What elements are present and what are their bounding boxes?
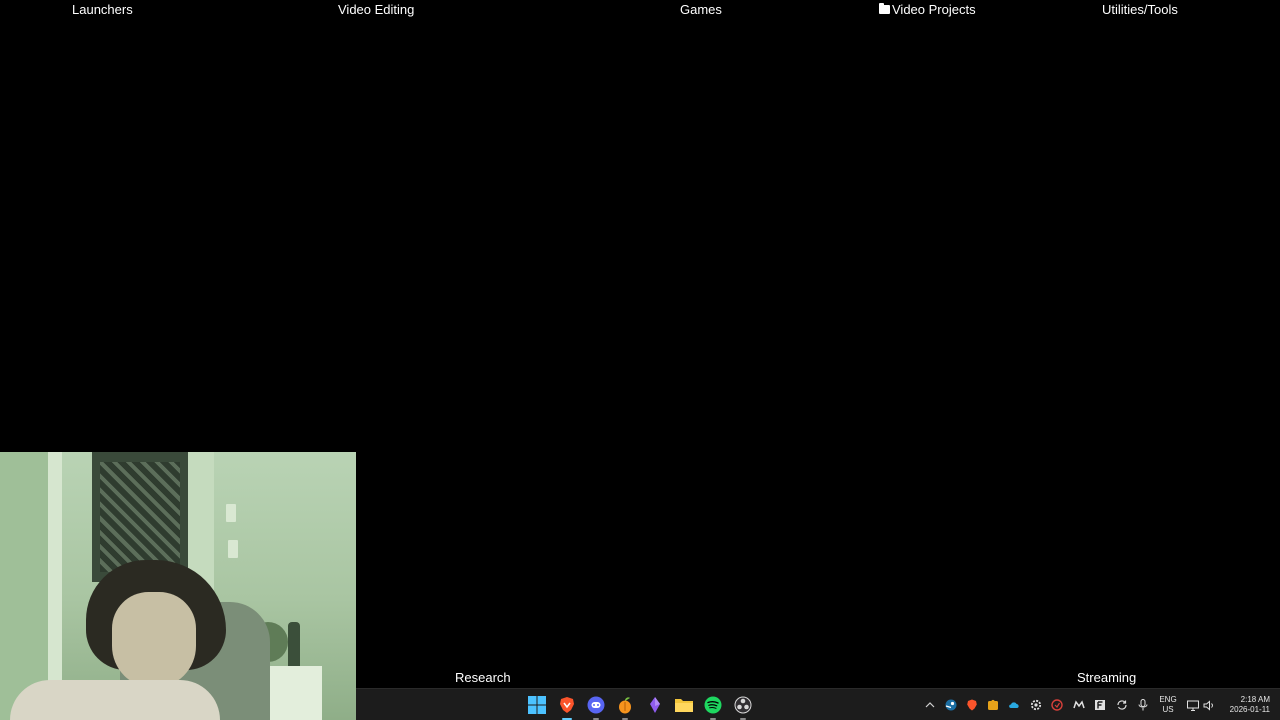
taskbar-app-brave[interactable]: [556, 694, 578, 720]
discord-icon: [587, 696, 605, 714]
clock-time: 2:18 AM: [1240, 695, 1270, 704]
tray-app-orange[interactable]: [986, 698, 1000, 712]
tray-app-f[interactable]: [1093, 698, 1107, 712]
group-label-text: Launchers: [72, 2, 133, 17]
desktop-group-research[interactable]: Research: [455, 670, 511, 686]
group-label-text: Video Editing: [338, 2, 415, 17]
obs-icon: [734, 696, 752, 714]
tray-app-gear[interactable]: [1029, 698, 1043, 712]
taskbar-app-fl-studio[interactable]: [614, 694, 636, 720]
group-label-text: Video Projects: [892, 2, 976, 17]
webcam-bottle: [288, 622, 300, 670]
folder-icon: [675, 699, 693, 712]
spotify-icon: [704, 696, 722, 714]
tray-app-blue[interactable]: [1007, 698, 1021, 712]
desktop-group-launchers[interactable]: Launchers: [72, 2, 133, 18]
cloud-icon: [1009, 702, 1019, 708]
tray-app-mouse[interactable]: [1072, 698, 1086, 712]
brave-lion-icon: [560, 697, 574, 713]
speaker-icon: [1203, 699, 1213, 711]
desktop-group-utilities-tools[interactable]: Utilities/Tools: [1102, 2, 1178, 18]
chevron-up-icon: [925, 702, 935, 708]
language-secondary: US: [1162, 705, 1174, 714]
tray-network[interactable]: [1186, 698, 1200, 712]
puzzle-icon: [988, 699, 998, 710]
tray-app-red[interactable]: [1050, 698, 1064, 712]
shield-icon: [1051, 699, 1063, 711]
desktop-group-streaming[interactable]: Streaming: [1077, 670, 1136, 686]
group-label-text: Games: [680, 2, 722, 17]
gear-icon: [1030, 699, 1042, 711]
tray-brave[interactable]: [965, 698, 979, 712]
taskbar: ENG US 2:18 AM 2026-01-11: [356, 688, 1280, 720]
monitor-network-icon: [1187, 700, 1199, 711]
start-button[interactable]: [526, 694, 548, 716]
app-f-icon: [1095, 700, 1105, 710]
webcam-overlay: [0, 452, 356, 720]
webcam-light-switch: [228, 540, 238, 558]
webcam-light-switch: [226, 504, 236, 522]
taskbar-app-discord[interactable]: [585, 694, 607, 720]
folder-icon: [879, 3, 890, 14]
brave-lion-icon: [967, 699, 977, 711]
show-hidden-icons-button[interactable]: [923, 698, 937, 712]
microphone-icon: [1138, 699, 1148, 711]
webcam-person-face: [112, 592, 196, 688]
group-label-text: Streaming: [1077, 670, 1137, 685]
sync-icon: [1117, 700, 1127, 710]
taskbar-app-spotify[interactable]: [702, 694, 724, 720]
tray-sync[interactable]: [1115, 698, 1129, 712]
tray-microphone[interactable]: [1136, 698, 1150, 712]
webcam-person-shirt: [10, 680, 220, 720]
taskbar-app-file-explorer[interactable]: [673, 694, 695, 716]
logo-m-icon: [1073, 700, 1085, 709]
steam-icon: [945, 699, 957, 711]
taskbar-app-obs[interactable]: [732, 694, 754, 720]
language-primary: ENG: [1159, 695, 1177, 704]
desktop-group-video-projects[interactable]: Video Projects: [879, 2, 976, 18]
desktop-group-games[interactable]: Games: [680, 2, 722, 18]
taskbar-app-crystal[interactable]: [644, 694, 666, 716]
group-label-text: Research: [455, 670, 511, 685]
clock-date: 2026-01-11: [1229, 705, 1270, 714]
tray-steam[interactable]: [944, 698, 958, 712]
tray-volume[interactable]: [1202, 698, 1216, 712]
windows-logo-icon: [528, 696, 546, 714]
webcam-shelf: [262, 666, 322, 720]
fl-studio-fruit-icon: [619, 697, 631, 714]
group-label-text: Utilities/Tools: [1102, 2, 1178, 17]
desktop: Launchers Video Editing Games Video Proj…: [0, 0, 1280, 720]
language-indicator[interactable]: ENG US: [1154, 695, 1182, 715]
desktop-group-video-editing[interactable]: Video Editing: [338, 2, 414, 18]
clock[interactable]: 2:18 AM 2026-01-11: [1218, 695, 1270, 715]
purple-crystal-icon: [650, 697, 660, 713]
